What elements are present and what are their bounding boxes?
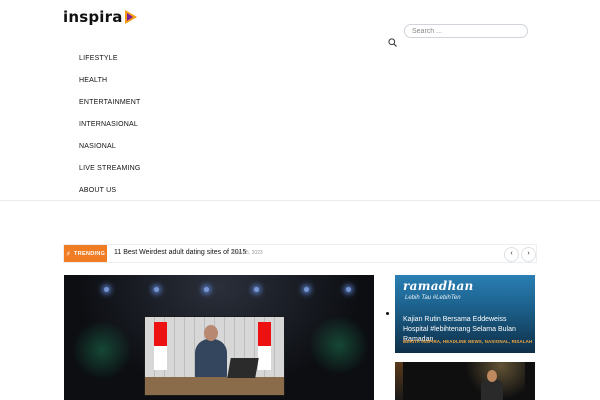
card-image-text: ramadhan <box>403 279 474 293</box>
flag-left <box>154 322 167 370</box>
stage-lights <box>84 283 354 297</box>
flag-right <box>258 322 271 370</box>
nav-item-internasional[interactable]: INTERNASIONAL <box>73 114 273 136</box>
trending-prev-button[interactable]: ‹ <box>504 247 519 262</box>
main-nav: LIFESTYLE HEALTH ENTERTAINMENT INTERNASI… <box>73 48 273 202</box>
search-input[interactable] <box>404 24 528 38</box>
bolt-icon: ⚡ <box>65 250 72 258</box>
search-icon[interactable] <box>388 38 397 47</box>
speaker-head <box>204 325 218 341</box>
logo-text: inspira <box>63 8 123 26</box>
featured-article-image[interactable] <box>64 275 374 400</box>
card-image-subtext: Lebih Tau #LebihTen <box>405 295 461 301</box>
logo-play-icon <box>124 10 137 24</box>
stage-glow <box>72 320 132 380</box>
trending-bar: ⚡ TRENDING 11 Best Weirdest adult dating… <box>63 244 537 263</box>
nav-item-entertainment[interactable]: ENTERTAINMENT <box>73 92 273 114</box>
video-screen <box>144 316 285 396</box>
nav-item-live-streaming[interactable]: LIVE STREAMING <box>73 158 273 180</box>
trending-badge: ⚡ TRENDING <box>64 245 107 262</box>
list-bullet <box>386 312 389 315</box>
side-article-card[interactable]: ramadhan Lebih Tau #LebihTen Kajian Ruti… <box>395 275 535 353</box>
card-figure-head <box>487 370 497 382</box>
side-article-card-2[interactable] <box>395 362 535 400</box>
stage-glow <box>309 315 369 375</box>
side-article-categories[interactable]: BERITA INSPIRA, HEADLINE NEWS, NASIONAL,… <box>403 339 533 344</box>
trending-headline[interactable]: 11 Best Weirdest adult dating sites of 2… <box>114 249 246 256</box>
nav-item-lifestyle[interactable]: LIFESTYLE <box>73 48 273 70</box>
laptop <box>227 358 259 378</box>
header-divider <box>0 200 600 201</box>
nav-item-nasional[interactable]: NASIONAL <box>73 136 273 158</box>
speaker-figure <box>195 339 227 379</box>
nav-item-about-us[interactable]: ABOUT US <box>73 180 273 202</box>
chevron-right-icon: › <box>527 250 530 257</box>
trending-date: June 15, 2023 <box>231 250 263 256</box>
trending-badge-label: TRENDING <box>74 250 106 257</box>
trending-next-button[interactable]: › <box>521 247 536 262</box>
site-logo[interactable]: inspira <box>63 8 137 26</box>
chevron-left-icon: ‹ <box>510 250 513 257</box>
nav-item-health[interactable]: HEALTH <box>73 70 273 92</box>
card-figure-body <box>481 380 503 400</box>
desk <box>145 377 284 395</box>
card-image-edge <box>395 362 403 400</box>
